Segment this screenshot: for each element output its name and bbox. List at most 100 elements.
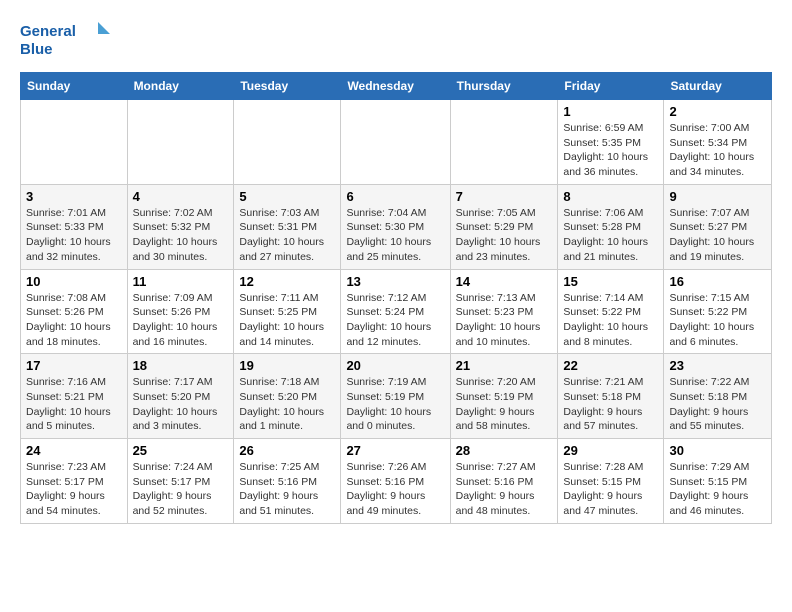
- day-number: 9: [669, 189, 766, 204]
- calendar-cell: 10 Sunrise: 7:08 AM Sunset: 5:26 PM Dayli…: [21, 269, 128, 354]
- calendar-cell: 18 Sunrise: 7:17 AM Sunset: 5:20 PM Dayli…: [127, 354, 234, 439]
- day-number: 13: [346, 274, 444, 289]
- calendar-cell: [341, 100, 450, 185]
- day-info: Sunrise: 7:18 AM Sunset: 5:20 PM Dayligh…: [239, 375, 335, 434]
- weekday-header: Saturday: [664, 73, 772, 100]
- day-info: Sunrise: 7:04 AM Sunset: 5:30 PM Dayligh…: [346, 206, 444, 265]
- day-number: 5: [239, 189, 335, 204]
- day-info: Sunrise: 7:24 AM Sunset: 5:17 PM Dayligh…: [133, 460, 229, 519]
- day-info: Sunrise: 7:13 AM Sunset: 5:23 PM Dayligh…: [456, 291, 553, 350]
- day-info: Sunrise: 7:23 AM Sunset: 5:17 PM Dayligh…: [26, 460, 122, 519]
- calendar-cell: 8 Sunrise: 7:06 AM Sunset: 5:28 PM Daylig…: [558, 184, 664, 269]
- calendar-cell: 9 Sunrise: 7:07 AM Sunset: 5:27 PM Daylig…: [664, 184, 772, 269]
- day-number: 23: [669, 358, 766, 373]
- day-number: 24: [26, 443, 122, 458]
- day-info: Sunrise: 7:05 AM Sunset: 5:29 PM Dayligh…: [456, 206, 553, 265]
- day-number: 27: [346, 443, 444, 458]
- calendar-cell: 3 Sunrise: 7:01 AM Sunset: 5:33 PM Daylig…: [21, 184, 128, 269]
- calendar-cell: 7Sunrise: 7:05 AM Sunset: 5:29 PM Daylig…: [450, 184, 558, 269]
- day-info: Sunrise: 7:19 AM Sunset: 5:19 PM Dayligh…: [346, 375, 444, 434]
- weekday-header: Monday: [127, 73, 234, 100]
- day-number: 22: [563, 358, 658, 373]
- day-number: 12: [239, 274, 335, 289]
- calendar-cell: 23 Sunrise: 7:22 AM Sunset: 5:18 PM Dayli…: [664, 354, 772, 439]
- day-number: 30: [669, 443, 766, 458]
- calendar-cell: 4 Sunrise: 7:02 AM Sunset: 5:32 PM Daylig…: [127, 184, 234, 269]
- weekday-header: Thursday: [450, 73, 558, 100]
- calendar-table: SundayMondayTuesdayWednesdayThursdayFrid…: [20, 72, 772, 524]
- weekday-header: Wednesday: [341, 73, 450, 100]
- day-number: 19: [239, 358, 335, 373]
- day-info: Sunrise: 7:09 AM Sunset: 5:26 PM Dayligh…: [133, 291, 229, 350]
- day-info: Sunrise: 7:29 AM Sunset: 5:15 PM Dayligh…: [669, 460, 766, 519]
- day-info: Sunrise: 7:06 AM Sunset: 5:28 PM Dayligh…: [563, 206, 658, 265]
- day-info: Sunrise: 7:27 AM Sunset: 5:16 PM Dayligh…: [456, 460, 553, 519]
- day-number: 28: [456, 443, 553, 458]
- day-info: Sunrise: 7:16 AM Sunset: 5:21 PM Dayligh…: [26, 375, 122, 434]
- calendar-cell: 28 Sunrise: 7:27 AM Sunset: 5:16 PM Dayli…: [450, 439, 558, 524]
- day-info: Sunrise: 7:17 AM Sunset: 5:20 PM Dayligh…: [133, 375, 229, 434]
- day-info: Sunrise: 7:28 AM Sunset: 5:15 PM Dayligh…: [563, 460, 658, 519]
- day-number: 6: [346, 189, 444, 204]
- calendar-cell: 11 Sunrise: 7:09 AM Sunset: 5:26 PM Dayli…: [127, 269, 234, 354]
- day-number: 18: [133, 358, 229, 373]
- calendar-cell: 30 Sunrise: 7:29 AM Sunset: 5:15 PM Dayli…: [664, 439, 772, 524]
- day-number: 20: [346, 358, 444, 373]
- calendar-cell: 17 Sunrise: 7:16 AM Sunset: 5:21 PM Dayli…: [21, 354, 128, 439]
- day-number: 2: [669, 104, 766, 119]
- calendar-cell: 20 Sunrise: 7:19 AM Sunset: 5:19 PM Dayli…: [341, 354, 450, 439]
- day-info: Sunrise: 7:03 AM Sunset: 5:31 PM Dayligh…: [239, 206, 335, 265]
- calendar-cell: [450, 100, 558, 185]
- calendar-cell: 2 Sunrise: 7:00 AM Sunset: 5:34 PM Daylig…: [664, 100, 772, 185]
- calendar-cell: 24 Sunrise: 7:23 AM Sunset: 5:17 PM Dayli…: [21, 439, 128, 524]
- weekday-header: Tuesday: [234, 73, 341, 100]
- day-number: 14: [456, 274, 553, 289]
- day-info: Sunrise: 7:07 AM Sunset: 5:27 PM Dayligh…: [669, 206, 766, 265]
- weekday-header: Sunday: [21, 73, 128, 100]
- day-info: Sunrise: 7:20 AM Sunset: 5:19 PM Dayligh…: [456, 375, 553, 434]
- calendar-cell: 1 Sunrise: 6:59 AM Sunset: 5:35 PM Daylig…: [558, 100, 664, 185]
- day-number: 26: [239, 443, 335, 458]
- calendar-cell: 26 Sunrise: 7:25 AM Sunset: 5:16 PM Dayli…: [234, 439, 341, 524]
- calendar-cell: [234, 100, 341, 185]
- calendar-cell: 29 Sunrise: 7:28 AM Sunset: 5:15 PM Dayli…: [558, 439, 664, 524]
- calendar-cell: [127, 100, 234, 185]
- day-number: 29: [563, 443, 658, 458]
- day-number: 4: [133, 189, 229, 204]
- day-info: Sunrise: 7:00 AM Sunset: 5:34 PM Dayligh…: [669, 121, 766, 180]
- day-number: 11: [133, 274, 229, 289]
- day-info: Sunrise: 7:21 AM Sunset: 5:18 PM Dayligh…: [563, 375, 658, 434]
- day-info: Sunrise: 7:25 AM Sunset: 5:16 PM Dayligh…: [239, 460, 335, 519]
- day-info: Sunrise: 7:15 AM Sunset: 5:22 PM Dayligh…: [669, 291, 766, 350]
- logo: General Blue: [20, 16, 110, 60]
- day-info: Sunrise: 7:02 AM Sunset: 5:32 PM Dayligh…: [133, 206, 229, 265]
- day-number: 16: [669, 274, 766, 289]
- calendar-cell: 5 Sunrise: 7:03 AM Sunset: 5:31 PM Daylig…: [234, 184, 341, 269]
- day-number: 17: [26, 358, 122, 373]
- calendar-cell: 19 Sunrise: 7:18 AM Sunset: 5:20 PM Dayli…: [234, 354, 341, 439]
- svg-text:General: General: [20, 23, 76, 40]
- calendar-cell: 22 Sunrise: 7:21 AM Sunset: 5:18 PM Dayli…: [558, 354, 664, 439]
- day-number: 15: [563, 274, 658, 289]
- day-info: Sunrise: 7:11 AM Sunset: 5:25 PM Dayligh…: [239, 291, 335, 350]
- day-number: 1: [563, 104, 658, 119]
- calendar-cell: 6 Sunrise: 7:04 AM Sunset: 5:30 PM Daylig…: [341, 184, 450, 269]
- svg-text:Blue: Blue: [20, 41, 53, 58]
- day-number: 10: [26, 274, 122, 289]
- day-info: Sunrise: 7:22 AM Sunset: 5:18 PM Dayligh…: [669, 375, 766, 434]
- calendar-cell: 27 Sunrise: 7:26 AM Sunset: 5:16 PM Dayli…: [341, 439, 450, 524]
- day-info: Sunrise: 7:01 AM Sunset: 5:33 PM Dayligh…: [26, 206, 122, 265]
- day-info: Sunrise: 7:14 AM Sunset: 5:22 PM Dayligh…: [563, 291, 658, 350]
- day-info: Sunrise: 7:08 AM Sunset: 5:26 PM Dayligh…: [26, 291, 122, 350]
- day-info: Sunrise: 6:59 AM Sunset: 5:35 PM Dayligh…: [563, 121, 658, 180]
- day-number: 3: [26, 189, 122, 204]
- calendar-cell: 13Sunrise: 7:12 AM Sunset: 5:24 PM Dayli…: [341, 269, 450, 354]
- calendar-cell: 16 Sunrise: 7:15 AM Sunset: 5:22 PM Dayli…: [664, 269, 772, 354]
- day-number: 8: [563, 189, 658, 204]
- calendar-cell: 12 Sunrise: 7:11 AM Sunset: 5:25 PM Dayli…: [234, 269, 341, 354]
- calendar-cell: 21Sunrise: 7:20 AM Sunset: 5:19 PM Dayli…: [450, 354, 558, 439]
- day-number: 25: [133, 443, 229, 458]
- calendar-cell: 14 Sunrise: 7:13 AM Sunset: 5:23 PM Dayli…: [450, 269, 558, 354]
- calendar-cell: 25 Sunrise: 7:24 AM Sunset: 5:17 PM Dayli…: [127, 439, 234, 524]
- day-info: Sunrise: 7:26 AM Sunset: 5:16 PM Dayligh…: [346, 460, 444, 519]
